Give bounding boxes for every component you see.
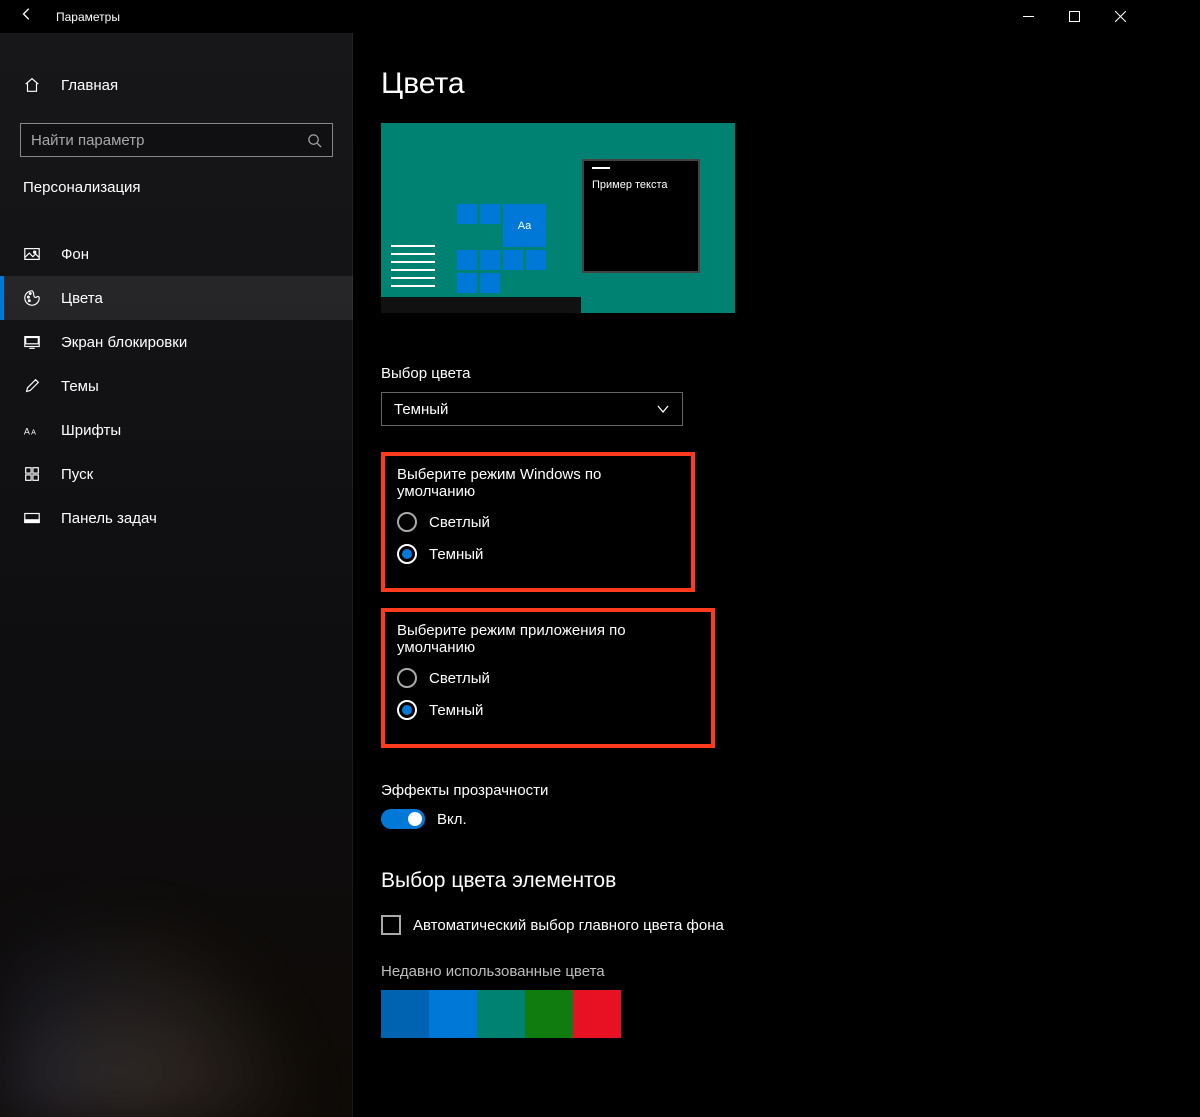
sidebar-category: Персонализация [0, 179, 353, 210]
preview-sample-window: Пример текста [582, 159, 700, 273]
svg-text:A: A [31, 428, 36, 437]
color-swatch[interactable] [429, 990, 477, 1038]
color-swatch[interactable] [381, 990, 429, 1038]
sidebar-item-label: Цвета [61, 290, 103, 307]
back-button[interactable] [20, 7, 34, 26]
sidebar-item-taskbar[interactable]: Панель задач [0, 496, 353, 540]
sidebar-item-label: Шрифты [61, 422, 121, 439]
content-area: Цвета Пример текста Aa Выб [353, 33, 1143, 1117]
search-box[interactable] [20, 123, 333, 157]
app-mode-group: Выберите режим приложения по умолчанию С… [381, 608, 715, 748]
preview-sample-text: Пример текста [592, 179, 690, 191]
sidebar-item-colors[interactable]: Цвета [0, 276, 353, 320]
sidebar-item-label: Панель задач [61, 510, 157, 527]
color-preview: Пример текста Aa [381, 123, 735, 313]
windows-mode-label: Выберите режим Windows по умолчанию [397, 466, 679, 500]
lockscreen-icon [23, 333, 41, 351]
sidebar-home-label: Главная [61, 77, 118, 94]
transparency-toggle[interactable] [381, 809, 425, 829]
app-mode-label: Выберите режим приложения по умолчанию [397, 622, 699, 656]
sidebar-item-label: Фон [61, 246, 89, 263]
recent-color-swatches [381, 990, 1143, 1038]
page-title: Цвета [381, 67, 1143, 101]
windows-mode-light[interactable]: Светлый [397, 512, 679, 532]
minimize-button[interactable] [1005, 0, 1051, 33]
palette-icon [23, 289, 41, 307]
color-swatch[interactable] [573, 990, 621, 1038]
home-icon [23, 76, 41, 94]
close-button[interactable] [1097, 0, 1143, 33]
windows-mode-dark[interactable]: Темный [397, 544, 679, 564]
radio-icon [397, 544, 417, 564]
color-swatch[interactable] [477, 990, 525, 1038]
svg-text:A: A [24, 427, 30, 437]
radio-icon [397, 512, 417, 532]
auto-accent-checkbox-row[interactable]: Автоматический выбор главного цвета фона [381, 915, 1143, 935]
app-mode-dark[interactable]: Темный [397, 700, 699, 720]
recent-colors-label: Недавно использованные цвета [381, 963, 1143, 980]
taskbar-icon [23, 509, 41, 527]
sidebar: Главная Персонализация Фон Цвета Экра [0, 33, 353, 1117]
color-mode-select[interactable]: Темный [381, 392, 683, 426]
sidebar-item-label: Темы [61, 378, 99, 395]
radio-icon [397, 700, 417, 720]
transparency-state: Вкл. [437, 811, 467, 828]
sidebar-item-background[interactable]: Фон [0, 232, 353, 276]
app-mode-light[interactable]: Светлый [397, 668, 699, 688]
maximize-button[interactable] [1051, 0, 1097, 33]
search-input[interactable] [31, 132, 278, 149]
picture-icon [23, 245, 41, 263]
color-mode-label: Выбор цвета [381, 365, 1143, 382]
sidebar-item-fonts[interactable]: AA Шрифты [0, 408, 353, 452]
accent-heading: Выбор цвета элементов [381, 869, 1143, 893]
radio-label: Светлый [429, 514, 490, 531]
chevron-down-icon [656, 402, 670, 416]
sidebar-item-themes[interactable]: Темы [0, 364, 353, 408]
brush-icon [23, 377, 41, 395]
search-icon [307, 133, 322, 148]
radio-label: Светлый [429, 670, 490, 687]
transparency-label: Эффекты прозрачности [381, 782, 1143, 799]
radio-label: Темный [429, 702, 483, 719]
preview-tile-aa: Aa [503, 204, 546, 247]
sidebar-item-lockscreen[interactable]: Экран блокировки [0, 320, 353, 364]
color-swatch[interactable] [525, 990, 573, 1038]
titlebar: Параметры [0, 0, 1143, 33]
sidebar-item-label: Экран блокировки [61, 334, 187, 351]
windows-mode-group: Выберите режим Windows по умолчанию Свет… [381, 452, 695, 592]
radio-icon [397, 668, 417, 688]
sidebar-home[interactable]: Главная [0, 63, 353, 107]
checkbox-icon [381, 915, 401, 935]
sidebar-item-start[interactable]: Пуск [0, 452, 353, 496]
start-icon [23, 465, 41, 483]
color-mode-value: Темный [394, 401, 448, 418]
window-title: Параметры [56, 10, 120, 24]
sidebar-item-label: Пуск [61, 466, 93, 483]
font-icon: AA [23, 421, 41, 439]
auto-accent-label: Автоматический выбор главного цвета фона [413, 917, 724, 934]
radio-label: Темный [429, 546, 483, 563]
